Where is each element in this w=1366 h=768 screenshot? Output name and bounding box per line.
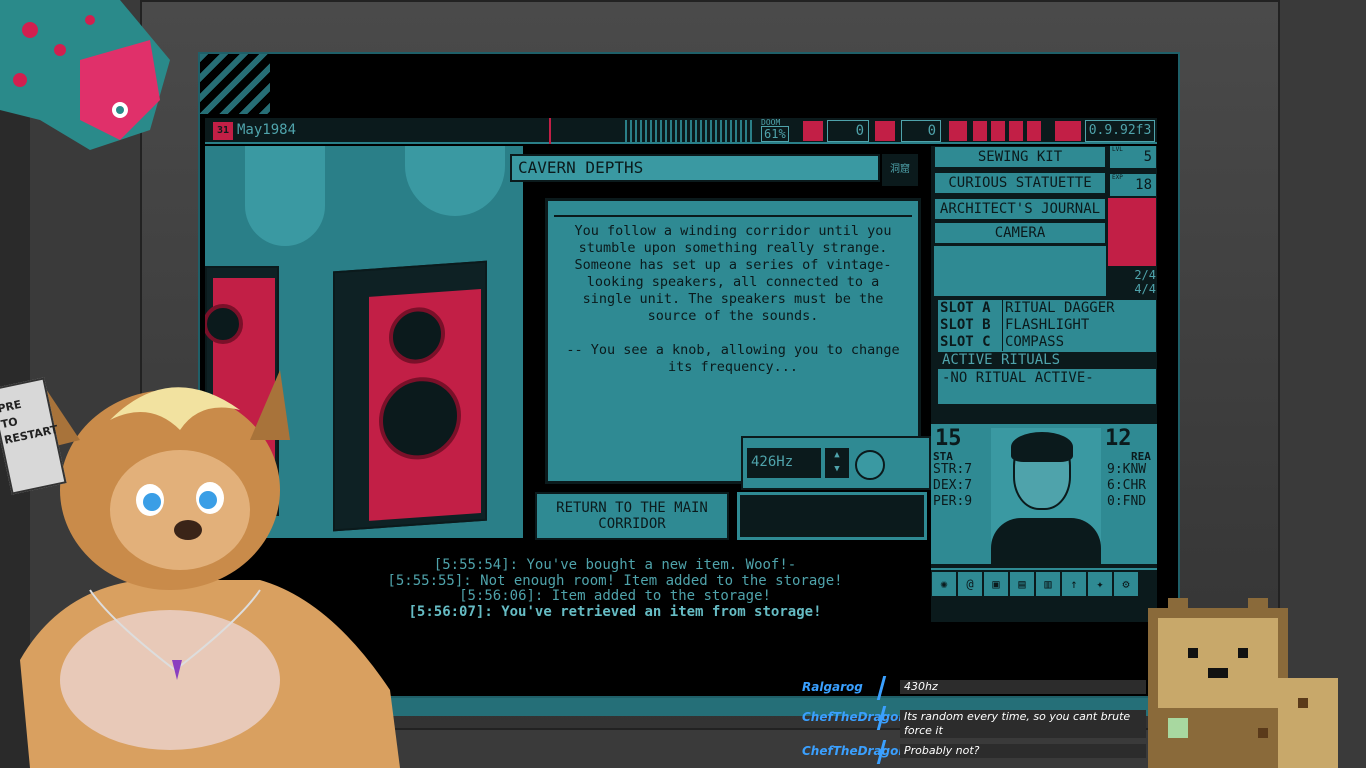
stalactite [405, 146, 505, 216]
decorative-stripes [200, 54, 270, 114]
return-button[interactable]: RETURN TO THE MAIN CORRIDOR [535, 492, 729, 540]
equipment-slots: SLOT A RITUAL DAGGER SLOT B FLASHLIGHT S… [938, 300, 1156, 404]
chat-message: Ralgarog 430hz [796, 676, 1146, 702]
level-stat: LVL 5 [1110, 146, 1156, 168]
character-panel: 15 STA 12 REA STR:7 DEX:7 PER:9 9:KNW 6:… [931, 424, 1157, 564]
upload-icon[interactable]: ↑ [1062, 572, 1086, 596]
stats-icon[interactable]: ▤ [1010, 572, 1034, 596]
inventory-item[interactable]: CURIOUS STATUETTE [934, 172, 1106, 194]
thermometer-icon-2 [1009, 121, 1023, 141]
image-icon[interactable]: ▣ [984, 572, 1008, 596]
red-art-tile [1108, 198, 1156, 266]
counter-b: 0 [901, 120, 941, 142]
corner-monster-art [0, 0, 170, 150]
inventory-item[interactable]: ARCHITECT'S JOURNAL [934, 198, 1106, 220]
location-badge: 洞窟 [882, 154, 918, 186]
story-text: You follow a winding corridor until you … [566, 223, 900, 375]
slot-a[interactable]: SLOT A RITUAL DAGGER [938, 300, 1156, 317]
right-stats: 9:KNW 6:CHR 0:FND [1107, 462, 1147, 509]
inventory-item[interactable]: CAMERA [934, 222, 1106, 244]
frequency-arrows[interactable]: ▲ ▼ [825, 448, 849, 478]
chat-text: Its random every time, so you cant brute… [900, 710, 1146, 738]
map-icon[interactable]: ▥ [1036, 572, 1060, 596]
hud-divider [549, 118, 551, 144]
top-hud: 31 May1984 DOOM 61% 0 0 0.9.92f3 [205, 118, 1157, 144]
chat-message: ChefTheDragon Probably not? [796, 740, 1146, 766]
settings-icon[interactable]: ✺ [932, 572, 956, 596]
date-label: May1984 [237, 122, 297, 138]
doom-meter: 61% [761, 126, 789, 142]
empty-action-button[interactable] [737, 492, 927, 540]
slot-c[interactable]: SLOT C COMPASS [938, 334, 1156, 351]
key-icon[interactable] [949, 121, 967, 141]
shop-icon[interactable] [875, 121, 895, 141]
rituals-header: ACTIVE RITUALS [938, 352, 1156, 369]
version-label: 0.9.92f3 [1085, 120, 1155, 142]
chat-username: ChefTheDragon [802, 710, 907, 724]
frequency-display: 426Hz [747, 448, 821, 478]
counter-a: 0 [827, 120, 869, 142]
octopus-icon[interactable] [1055, 121, 1081, 141]
stream-chat: Ralgarog 430hz ChefTheDragon Its random … [796, 676, 1146, 768]
slot-b[interactable]: SLOT B FLASHLIGHT [938, 317, 1156, 334]
menu-icon-bar: ✺ @ ▣ ▤ ▥ ↑ ✦ ⚙ [931, 568, 1157, 598]
spiral-icon[interactable]: @ [958, 572, 982, 596]
frequency-tuner: 426Hz ▲ ▼ [741, 436, 931, 490]
stalactite [245, 146, 325, 246]
slots-count: 2/4 4/4 [1134, 268, 1156, 296]
chat-text: 430hz [900, 680, 1146, 694]
inventory-item[interactable]: SEWING KIT [934, 146, 1106, 168]
status-d-icon [1027, 121, 1041, 141]
creature-icon[interactable]: ✦ [1088, 572, 1112, 596]
left-stats: STR:7 DEX:7 PER:9 [933, 462, 973, 509]
calendar-icon: 31 [213, 122, 233, 140]
frequency-knob[interactable] [855, 450, 885, 480]
location-thumbnail [625, 120, 755, 142]
character-portrait [991, 428, 1101, 564]
thermometer-icon [973, 121, 987, 141]
chat-username: Ralgarog [802, 680, 863, 694]
stamina-value: 15 [935, 426, 962, 451]
chat-username: ChefTheDragon [802, 744, 907, 758]
location-title: CAVERN DEPTHS [510, 154, 880, 182]
vtuber-hyena-avatar [20, 370, 400, 768]
status-b-icon [991, 121, 1005, 141]
reason-value: 12 [1105, 426, 1132, 451]
pixel-hyena-art [1148, 598, 1338, 768]
chat-message: ChefTheDragon Its random every time, so … [796, 706, 1146, 738]
exp-stat: EXP 18 [1110, 174, 1156, 196]
rituals-value: -NO RITUAL ACTIVE- [942, 370, 1094, 386]
gift-icon[interactable] [803, 121, 823, 141]
chat-text: Probably not? [900, 744, 1146, 758]
inventory-empty-slot[interactable] [934, 246, 1106, 296]
